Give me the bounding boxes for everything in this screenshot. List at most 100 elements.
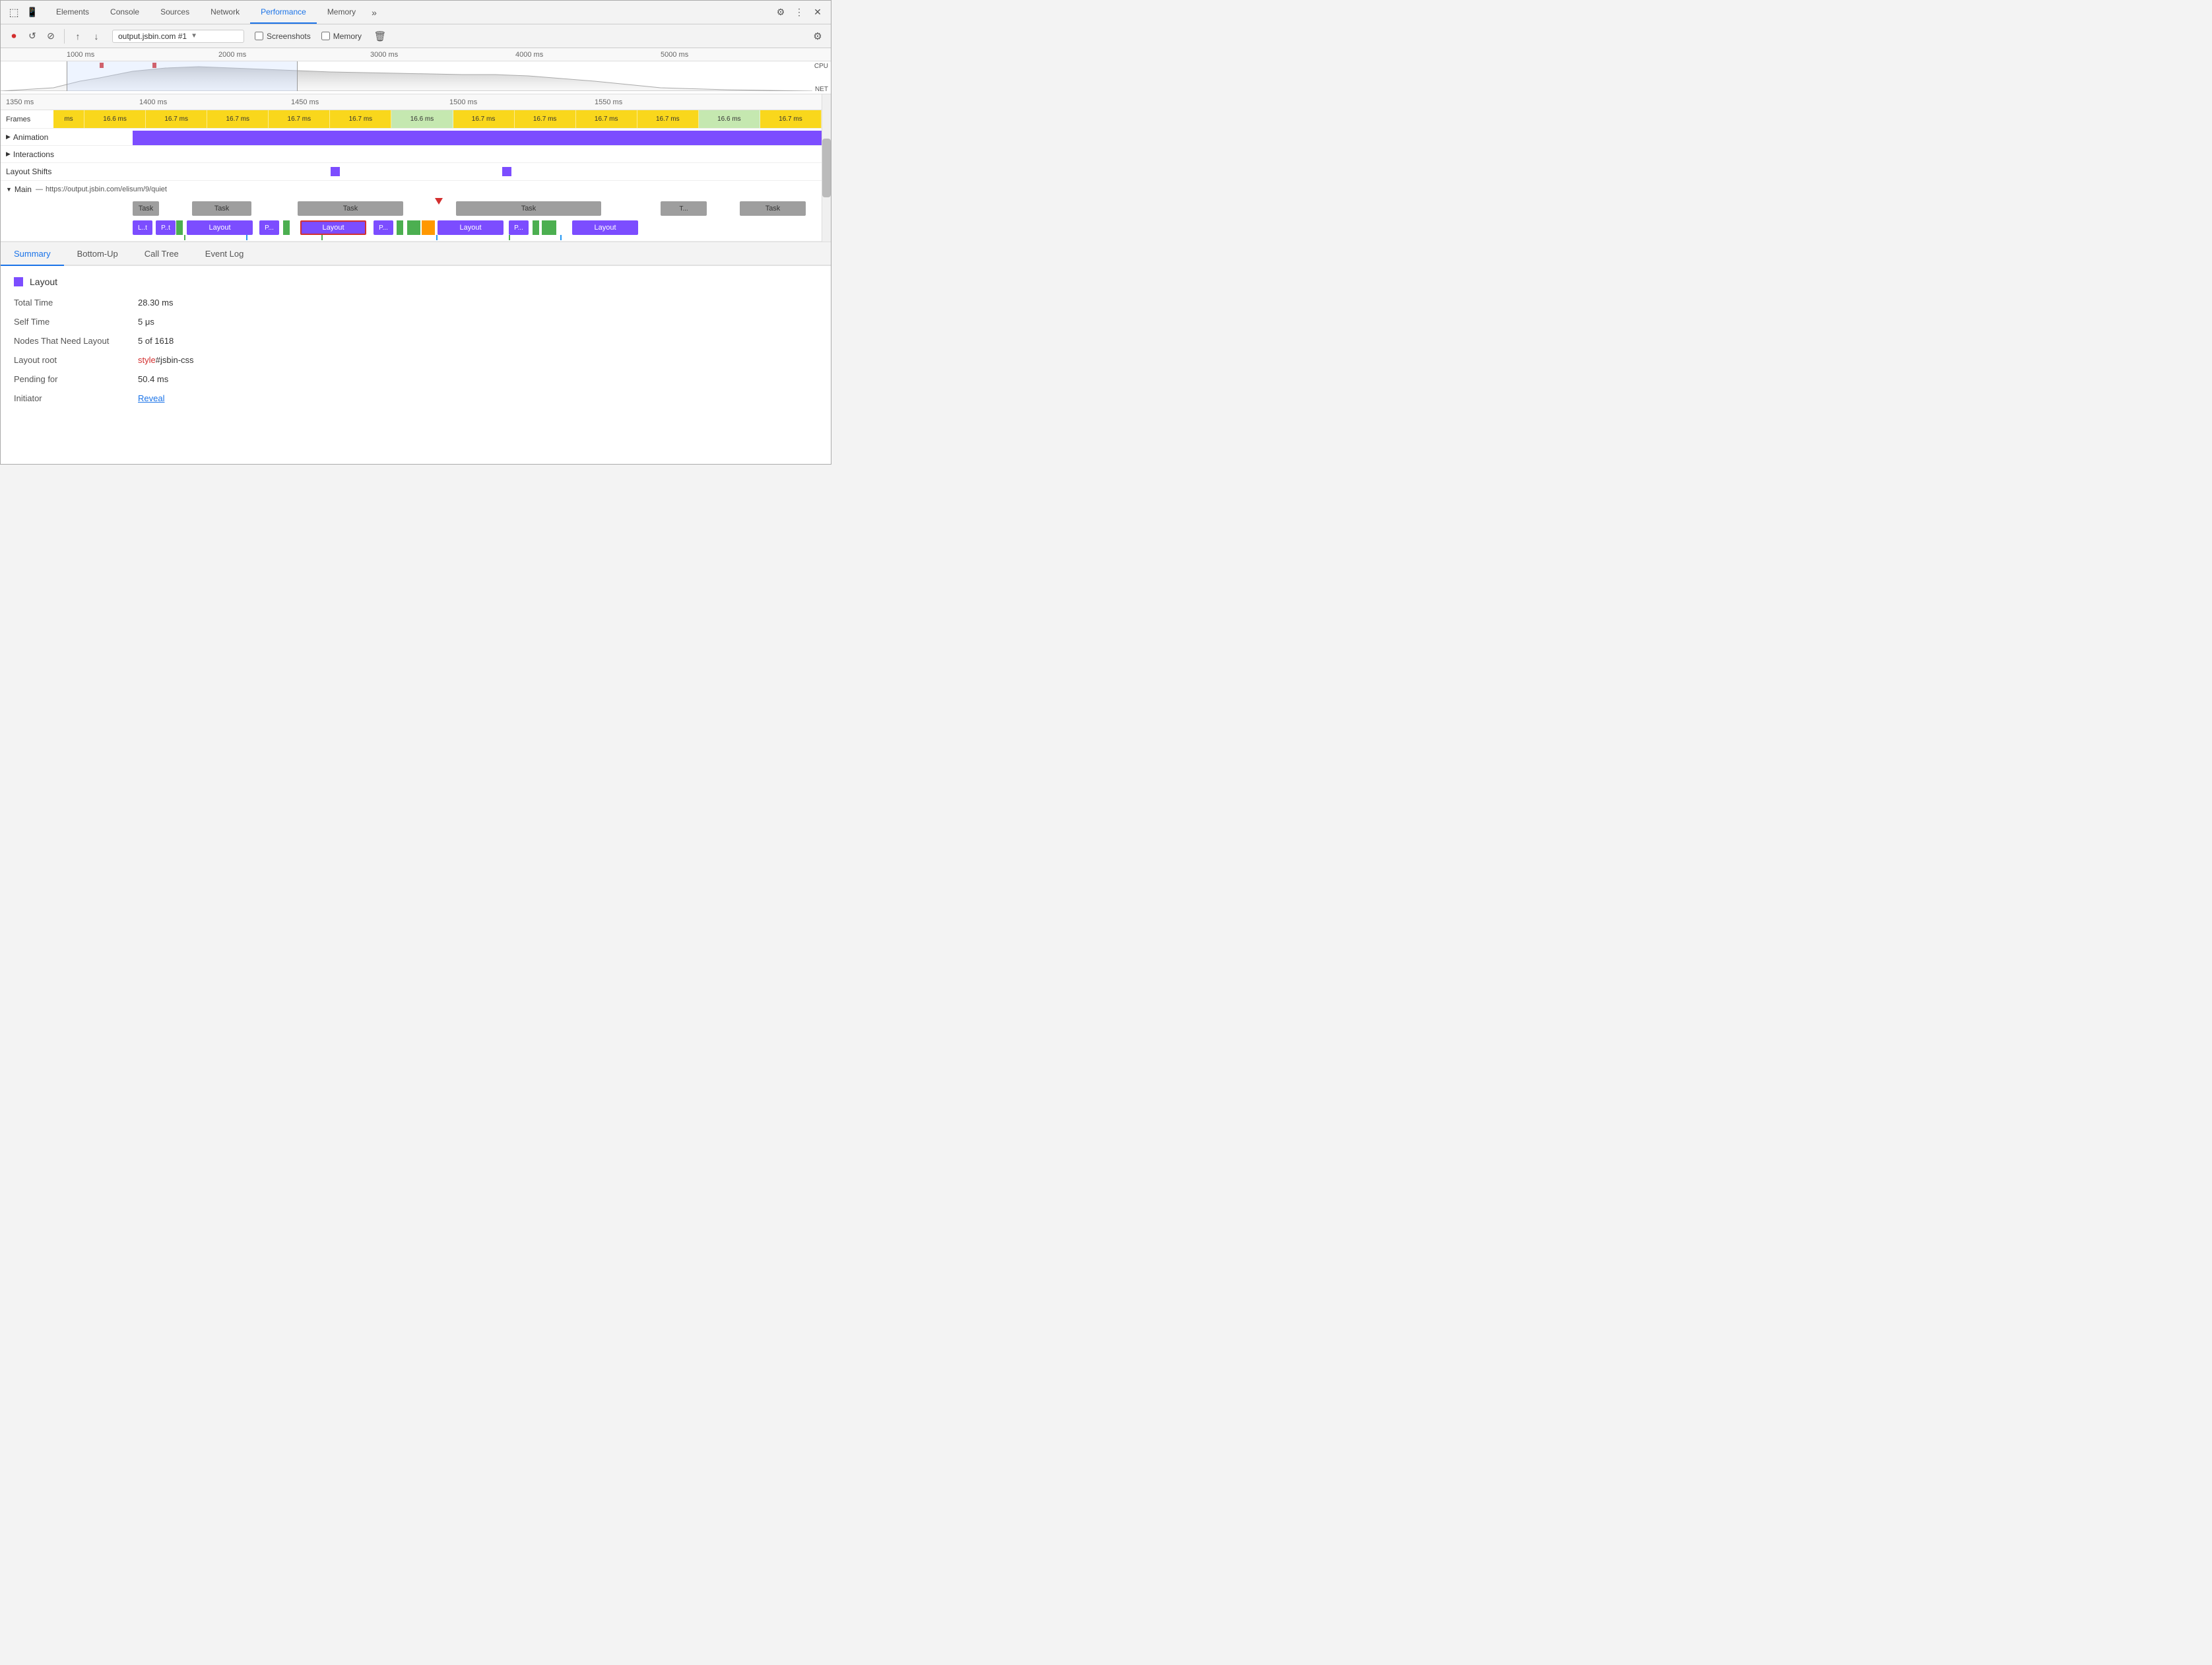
layout-shift-dot-1[interactable] <box>331 167 340 176</box>
cursor-icon[interactable]: ⬚ <box>6 5 22 20</box>
screenshots-label: Screenshots <box>267 32 311 41</box>
task-4[interactable]: Task <box>456 201 601 216</box>
more-tabs-button[interactable]: » <box>366 1 382 24</box>
total-time-row: Total Time 28.30 ms <box>14 298 818 308</box>
subtask-layout-1[interactable]: Layout <box>187 220 253 235</box>
tab-sources[interactable]: Sources <box>150 1 200 24</box>
dot-2 <box>246 235 247 240</box>
task-5[interactable]: T... <box>661 201 707 216</box>
frame-4: 16.7 ms <box>269 110 330 128</box>
subtasks-row: L..t P..t Layout P... Layout P... Layout <box>1 219 822 242</box>
download-button[interactable]: ↓ <box>88 28 104 44</box>
frame-8: 16.7 ms <box>515 110 576 128</box>
trash-button[interactable]: 🗑 <box>372 28 388 44</box>
tab-network[interactable]: Network <box>200 1 250 24</box>
reload-button[interactable]: ↺ <box>24 28 40 44</box>
screenshots-check-input[interactable] <box>255 32 263 40</box>
devtools-panel: ⬚ 📱 Elements Console Sources Network Per… <box>0 0 831 465</box>
subtask-green-2 <box>283 220 290 235</box>
mobile-icon[interactable]: 📱 <box>24 5 40 20</box>
main-label-text: Main <box>15 185 32 194</box>
summary-title-row: Layout <box>14 277 818 287</box>
bottom-tabs: Summary Bottom-Up Call Tree Event Log <box>1 242 831 266</box>
dtick-1350: 1350 ms <box>6 98 34 106</box>
subtask-layout-3[interactable]: Layout <box>572 220 638 235</box>
subtask-pt-1[interactable]: P..t <box>156 220 176 235</box>
task-2[interactable]: Task <box>192 201 251 216</box>
upload-button[interactable]: ↑ <box>70 28 86 44</box>
pending-row: Pending for 50.4 ms <box>14 374 818 384</box>
layout-shift-dot-2[interactable] <box>502 167 511 176</box>
nodes-row: Nodes That Need Layout 5 of 1618 <box>14 336 818 346</box>
layout-root-value: style#jsbin-css <box>138 355 194 365</box>
task-6[interactable]: Task <box>740 201 806 216</box>
subtask-pt-3[interactable]: P... <box>374 220 393 235</box>
interactions-label-text: Interactions <box>13 150 54 159</box>
memory-label: Memory <box>333 32 362 41</box>
tab-call-tree[interactable]: Call Tree <box>131 242 192 266</box>
clear-button[interactable]: ⊘ <box>43 28 59 44</box>
subtask-lt[interactable]: L..t <box>133 220 152 235</box>
overview-timeline[interactable]: 1000 ms 2000 ms 3000 ms 4000 ms 5000 ms <box>1 48 831 94</box>
memory-check-input[interactable] <box>321 32 330 40</box>
self-time-row: Self Time 5 μs <box>14 317 818 327</box>
summary-panel: Layout Total Time 28.30 ms Self Time 5 μ… <box>1 266 831 464</box>
interactions-label[interactable]: ▶ Interactions <box>1 150 133 159</box>
total-time-value: 28.30 ms <box>138 298 173 308</box>
more-options-icon[interactable]: ⋮ <box>791 5 807 20</box>
frame-1: 16.6 ms <box>84 110 146 128</box>
memory-checkbox[interactable]: Memory <box>321 32 362 41</box>
tab-bottom-up[interactable]: Bottom-Up <box>64 242 131 266</box>
interactions-row: ▶ Interactions <box>1 146 822 163</box>
dot-6 <box>560 235 562 240</box>
main-label[interactable]: ▼ Main — https://output.jsbin.com/elisum… <box>1 185 133 194</box>
tick-3000: 3000 ms <box>370 51 398 59</box>
frame-5: 16.7 ms <box>330 110 391 128</box>
interactions-arrow-icon: ▶ <box>6 150 11 158</box>
dtick-1450: 1450 ms <box>291 98 319 106</box>
initiator-value[interactable]: Reveal <box>138 393 164 403</box>
subtask-green-3 <box>397 220 403 235</box>
subtask-green-5 <box>533 220 539 235</box>
tabs-bar: ⬚ 📱 Elements Console Sources Network Per… <box>1 1 831 24</box>
timeline-scrollbar[interactable] <box>822 94 831 242</box>
subtasks-placeholder <box>1 219 133 241</box>
timeline-selection[interactable] <box>67 61 298 91</box>
scrollbar-thumb[interactable] <box>822 139 831 197</box>
frames-cells: ms 16.6 ms 16.7 ms 16.7 ms 16.7 ms 16.7 … <box>53 110 822 128</box>
subtask-pt-4[interactable]: P... <box>509 220 529 235</box>
task-3[interactable]: Task <box>298 201 403 216</box>
frame-3: 16.7 ms <box>207 110 269 128</box>
tasks-placeholder <box>1 198 133 219</box>
tab-console[interactable]: Console <box>100 1 150 24</box>
tab-performance[interactable]: Performance <box>250 1 317 24</box>
layout-shifts-row: Layout Shifts <box>1 163 822 181</box>
url-selector[interactable]: output.jsbin.com #1 ▼ <box>112 30 244 43</box>
tab-memory[interactable]: Memory <box>317 1 366 24</box>
subtask-pt-2[interactable]: P... <box>259 220 279 235</box>
dropdown-arrow-icon: ▼ <box>191 32 197 40</box>
settings-right-icon[interactable]: ⚙ <box>810 28 826 44</box>
task-1[interactable]: Task <box>133 201 159 216</box>
subtask-green-4 <box>407 220 420 235</box>
tasks-content: Task Task Task Task T... Task <box>133 198 822 219</box>
net-label: NET <box>815 86 828 93</box>
subtask-layout-2[interactable]: Layout <box>438 220 504 235</box>
tab-elements[interactable]: Elements <box>46 1 100 24</box>
main-dash: — <box>36 185 43 193</box>
settings-icon[interactable]: ⚙ <box>773 5 789 20</box>
expand-arrow-icon: ▶ <box>6 133 11 141</box>
close-icon[interactable]: ✕ <box>810 5 826 20</box>
subtask-layout-selected[interactable]: Layout <box>300 220 366 235</box>
record-button[interactable]: ⏺ <box>6 28 22 44</box>
main-label-row: ▼ Main — https://output.jsbin.com/elisum… <box>1 181 822 198</box>
frames-label: Frames <box>1 115 53 123</box>
frame-6: 16.6 ms <box>391 110 453 128</box>
tab-event-log[interactable]: Event Log <box>192 242 257 266</box>
screenshots-checkbox[interactable]: Screenshots <box>255 32 311 41</box>
animation-label[interactable]: ▶ Animation <box>1 133 133 142</box>
pending-label: Pending for <box>14 374 133 384</box>
subtask-green-1 <box>176 220 183 235</box>
initiator-row: Initiator Reveal <box>14 393 818 403</box>
tab-summary[interactable]: Summary <box>1 242 64 266</box>
